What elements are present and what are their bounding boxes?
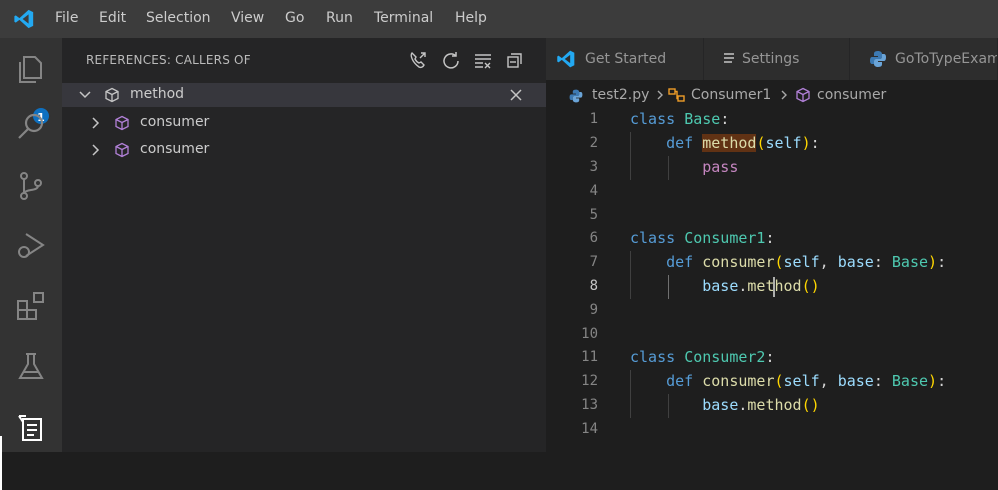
text-cursor	[773, 277, 775, 297]
code-line: class Consumer2:	[630, 348, 775, 366]
tree-item-label: consumer	[140, 114, 210, 130]
highlighted-symbol: method	[702, 134, 757, 152]
tree-root-label: method	[130, 86, 185, 102]
current-line-number: 8	[589, 278, 598, 294]
extensions-icon[interactable]	[14, 289, 48, 323]
tab-label: Get Started	[585, 51, 667, 67]
settings-list-icon	[724, 53, 734, 63]
breadcrumb-file[interactable]: test2.py	[592, 87, 649, 103]
method-symbol-icon	[115, 115, 129, 131]
chevron-down-icon	[79, 91, 91, 99]
line-number: 2	[589, 135, 598, 151]
line-number: 12	[581, 373, 598, 389]
python-icon	[569, 89, 583, 103]
sidebar-title: REFERENCES: CALLERS OF	[86, 53, 251, 67]
activity-bar: 1	[0, 38, 62, 490]
tab-label: GoToTypeExam	[895, 51, 998, 67]
source-control-icon[interactable]	[14, 169, 48, 203]
code-line: def consumer(self, base: Base):	[666, 372, 947, 390]
show-outgoing-calls-icon[interactable]	[408, 50, 428, 70]
breadcrumb-method[interactable]: consumer	[817, 87, 886, 103]
method-symbol-icon	[105, 87, 119, 103]
menu-terminal[interactable]: Terminal	[374, 10, 433, 26]
collapse-all-icon[interactable]	[505, 50, 525, 70]
code-line: class Base:	[630, 110, 730, 128]
breadcrumb: test2.py Consumer1 consumer	[546, 80, 998, 110]
code-line: class Consumer1:	[630, 229, 775, 247]
active-indicator	[0, 436, 2, 490]
menu-help[interactable]: Help	[455, 10, 487, 26]
line-number: 13	[581, 397, 598, 413]
tree-item-consumer[interactable]: consumer	[62, 138, 546, 162]
python-icon	[870, 51, 886, 67]
explorer-icon[interactable]	[14, 52, 48, 86]
line-number: 11	[581, 349, 598, 365]
references-view-icon[interactable]	[14, 410, 48, 444]
chevron-right-icon	[92, 144, 100, 156]
code-line: def consumer(self, base: Base):	[666, 253, 947, 271]
method-symbol-icon	[115, 142, 129, 158]
line-number: 5	[589, 207, 598, 223]
menu-go[interactable]: Go	[285, 10, 304, 26]
line-number: 6	[589, 230, 598, 246]
code-line: def method(self):	[666, 134, 820, 152]
class-symbol-icon	[668, 88, 685, 102]
references-sidebar: REFERENCES: CALLERS OF method consumer c…	[62, 38, 546, 452]
close-icon[interactable]	[508, 87, 524, 103]
chevron-right-icon	[781, 90, 787, 100]
line-number: 3	[589, 159, 598, 175]
tab-bar: Get Started Settings GoToTypeExam	[546, 38, 998, 80]
title-bar: File Edit Selection View Go Run Terminal…	[0, 0, 998, 38]
run-debug-icon[interactable]	[14, 228, 48, 262]
tab-settings[interactable]: Settings	[704, 38, 850, 80]
vscode-logo-icon	[14, 9, 34, 29]
tab-gototypeexample[interactable]: GoToTypeExam	[850, 38, 998, 80]
menu-selection[interactable]: Selection	[146, 10, 211, 26]
code-line: base.method()	[702, 396, 820, 414]
line-number: 1	[589, 111, 598, 127]
menu-run[interactable]: Run	[326, 10, 353, 26]
tree-item-consumer[interactable]: consumer	[62, 111, 546, 135]
line-number: 14	[581, 421, 598, 437]
menu-file[interactable]: File	[55, 10, 78, 26]
vscode-logo-icon	[557, 50, 575, 68]
tab-get-started[interactable]: Get Started	[546, 38, 704, 80]
tree-item-label: consumer	[140, 141, 210, 157]
line-number: 10	[581, 326, 598, 342]
tab-label: Settings	[742, 51, 800, 67]
code-line: pass	[702, 158, 739, 176]
menu-view[interactable]: View	[231, 10, 264, 26]
code-editor[interactable]: 1 2 3 4 5 6 7 8 9 10 11 12 13 14 class B…	[546, 110, 998, 452]
testing-icon[interactable]	[14, 350, 48, 384]
chevron-right-icon	[657, 90, 663, 100]
method-symbol-icon	[796, 87, 810, 103]
search-icon[interactable]	[14, 110, 48, 144]
refresh-icon[interactable]	[441, 50, 461, 70]
line-number: 4	[589, 183, 598, 199]
breadcrumb-class[interactable]: Consumer1	[691, 87, 771, 103]
line-number: 7	[589, 254, 598, 270]
chevron-right-icon	[92, 117, 100, 129]
code-line-current: base.method()	[702, 277, 820, 295]
line-number: 9	[589, 302, 598, 318]
clear-all-icon[interactable]	[473, 50, 493, 70]
tree-root-method[interactable]: method	[62, 83, 546, 107]
menu-edit[interactable]: Edit	[99, 10, 126, 26]
